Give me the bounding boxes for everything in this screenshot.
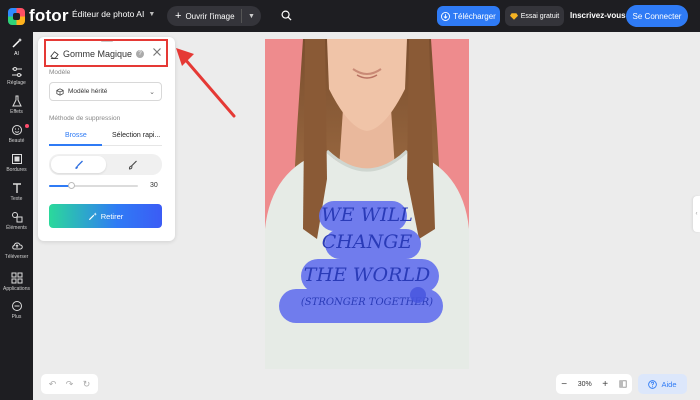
model-select-value: Modèle hérité (68, 88, 108, 95)
brush-icon (74, 160, 83, 169)
sidebar-item-label: Beauté (8, 138, 25, 144)
chevron-down-icon: ▼ (148, 10, 156, 18)
help-button[interactable]: Aide (638, 374, 687, 394)
shirt-text-line: WE WILL (321, 204, 413, 226)
slider-handle[interactable] (67, 182, 75, 189)
brush-cursor (410, 287, 426, 303)
magic-wand-icon (88, 211, 97, 220)
face-icon (11, 125, 22, 135)
sliders-icon (11, 67, 22, 77)
sidebar-item-label: Bordures (6, 167, 27, 173)
fotor-logo-icon (8, 7, 25, 25)
sidebar-item-elements[interactable]: Éléments (0, 211, 33, 237)
sidebar-item-label: Plus (11, 314, 22, 320)
model-select[interactable]: Modèle hérité ⌄ (49, 82, 162, 101)
sidebar-item-label: Applications (3, 286, 30, 292)
photo-canvas[interactable]: WE WILL CHANGE THE WORLD (STRONGER TOGET… (265, 39, 469, 369)
upload-cloud-icon (11, 242, 23, 250)
open-image-button[interactable]: + Ouvrir l'image ▼ (167, 6, 261, 26)
sidebar-item-upload[interactable]: Téléverser (0, 240, 33, 266)
compare-icon[interactable] (619, 380, 627, 388)
sidebar-item-label: AI (14, 51, 19, 57)
zoom-controls: − 30% + (556, 374, 632, 394)
signup-link[interactable]: Inscrivez-vous (570, 11, 626, 20)
editor-mode-label: Éditeur de photo AI (72, 9, 145, 19)
photo-image: WE WILL CHANGE THE WORLD (STRONGER TOGET… (265, 39, 469, 369)
brush-erase-button[interactable] (105, 156, 160, 173)
more-icon (11, 301, 22, 311)
sidebar-item-effects[interactable]: Effets (0, 95, 33, 121)
sidebar-item-ai[interactable]: AI (0, 37, 33, 63)
tab-quick-select[interactable]: Sélection rapi... (112, 132, 160, 139)
download-label: Télécharger (453, 11, 496, 21)
sidebar-item-apps[interactable]: Applications (0, 272, 33, 298)
brush-size-slider[interactable] (49, 182, 138, 189)
new-badge (25, 124, 29, 128)
cube-icon (56, 87, 64, 96)
sidebar-item-more[interactable]: Plus (0, 300, 33, 326)
magic-wand-icon (11, 38, 22, 48)
model-label: Modèle (49, 69, 71, 76)
search-icon[interactable] (281, 10, 292, 21)
plus-icon: + (175, 9, 182, 22)
method-label: Méthode de suppression (49, 115, 121, 122)
shirt-text-line: CHANGE (322, 231, 413, 253)
remove-button[interactable]: Retirer (49, 204, 162, 228)
open-image-main[interactable]: + Ouvrir l'image (167, 9, 241, 22)
editor-mode-dropdown[interactable]: Éditeur de photo AI ▼ (72, 9, 155, 19)
help-circle-icon (648, 379, 658, 389)
sidebar-item-label: Réglage (7, 80, 26, 86)
sidebar-item-frames[interactable]: Bordures (0, 153, 33, 179)
method-tabs: Brosse Sélection rapi... (49, 130, 162, 146)
free-trial-button[interactable]: Essai gratuit (505, 6, 564, 26)
redo-icon[interactable]: ↷ (66, 379, 74, 390)
sidebar-item-label: Effets (10, 109, 23, 115)
right-panel-toggle[interactable]: ‹ (693, 196, 700, 232)
logo-text: fotor (29, 6, 69, 25)
undo-icon[interactable]: ↶ (49, 379, 57, 390)
brush-mode-toggle (49, 154, 162, 175)
help-button-label: Aide (661, 379, 677, 389)
eraser-brush-icon (128, 160, 137, 169)
open-image-label: Ouvrir l'image (185, 11, 235, 21)
chevron-down-icon: ⌄ (149, 88, 155, 96)
frame-icon (11, 154, 22, 164)
zoom-in-button[interactable]: + (602, 379, 608, 390)
top-bar: fotor Éditeur de photo AI ▼ + Ouvrir l'i… (0, 0, 700, 32)
shirt-text-line: THE WORLD (304, 264, 430, 286)
sidebar-item-beauty[interactable]: Beauté (0, 124, 33, 150)
download-button[interactable]: Télécharger (437, 6, 500, 26)
open-image-chevron-down-icon[interactable]: ▼ (242, 13, 261, 20)
flask-icon (11, 95, 22, 107)
active-tab-indicator (49, 144, 102, 146)
sidebar-item-label: Texte (10, 196, 23, 202)
remove-button-label: Retirer (100, 211, 124, 221)
brush-add-button[interactable] (51, 156, 106, 173)
brush-size-value: 30 (150, 182, 158, 189)
fotor-logo[interactable]: fotor (8, 6, 69, 25)
sidebar-item-adjust[interactable]: Réglage (0, 66, 33, 92)
highlight-box (44, 39, 168, 67)
diamond-icon (509, 12, 518, 20)
tab-brush[interactable]: Brosse (65, 132, 87, 139)
free-trial-label: Essai gratuit (520, 12, 560, 20)
login-button[interactable]: Se Connecter (626, 5, 688, 27)
zoom-out-button[interactable]: − (561, 379, 567, 390)
sidebar-item-label: Téléverser (4, 254, 29, 260)
history-controls: ↶ ↷ ↻ (41, 374, 98, 394)
zoom-level: 30% (577, 380, 592, 388)
shapes-icon (11, 212, 22, 223)
download-icon (441, 11, 451, 21)
sidebar-item-label: Éléments (6, 225, 27, 231)
left-sidebar: AI Réglage Effets Beauté Bordures Texte … (0, 32, 33, 400)
sidebar-item-text[interactable]: Texte (0, 182, 33, 208)
reset-icon[interactable]: ↻ (83, 379, 91, 390)
annotation-arrow (176, 48, 236, 118)
text-icon (12, 183, 21, 193)
apps-icon (11, 272, 22, 284)
